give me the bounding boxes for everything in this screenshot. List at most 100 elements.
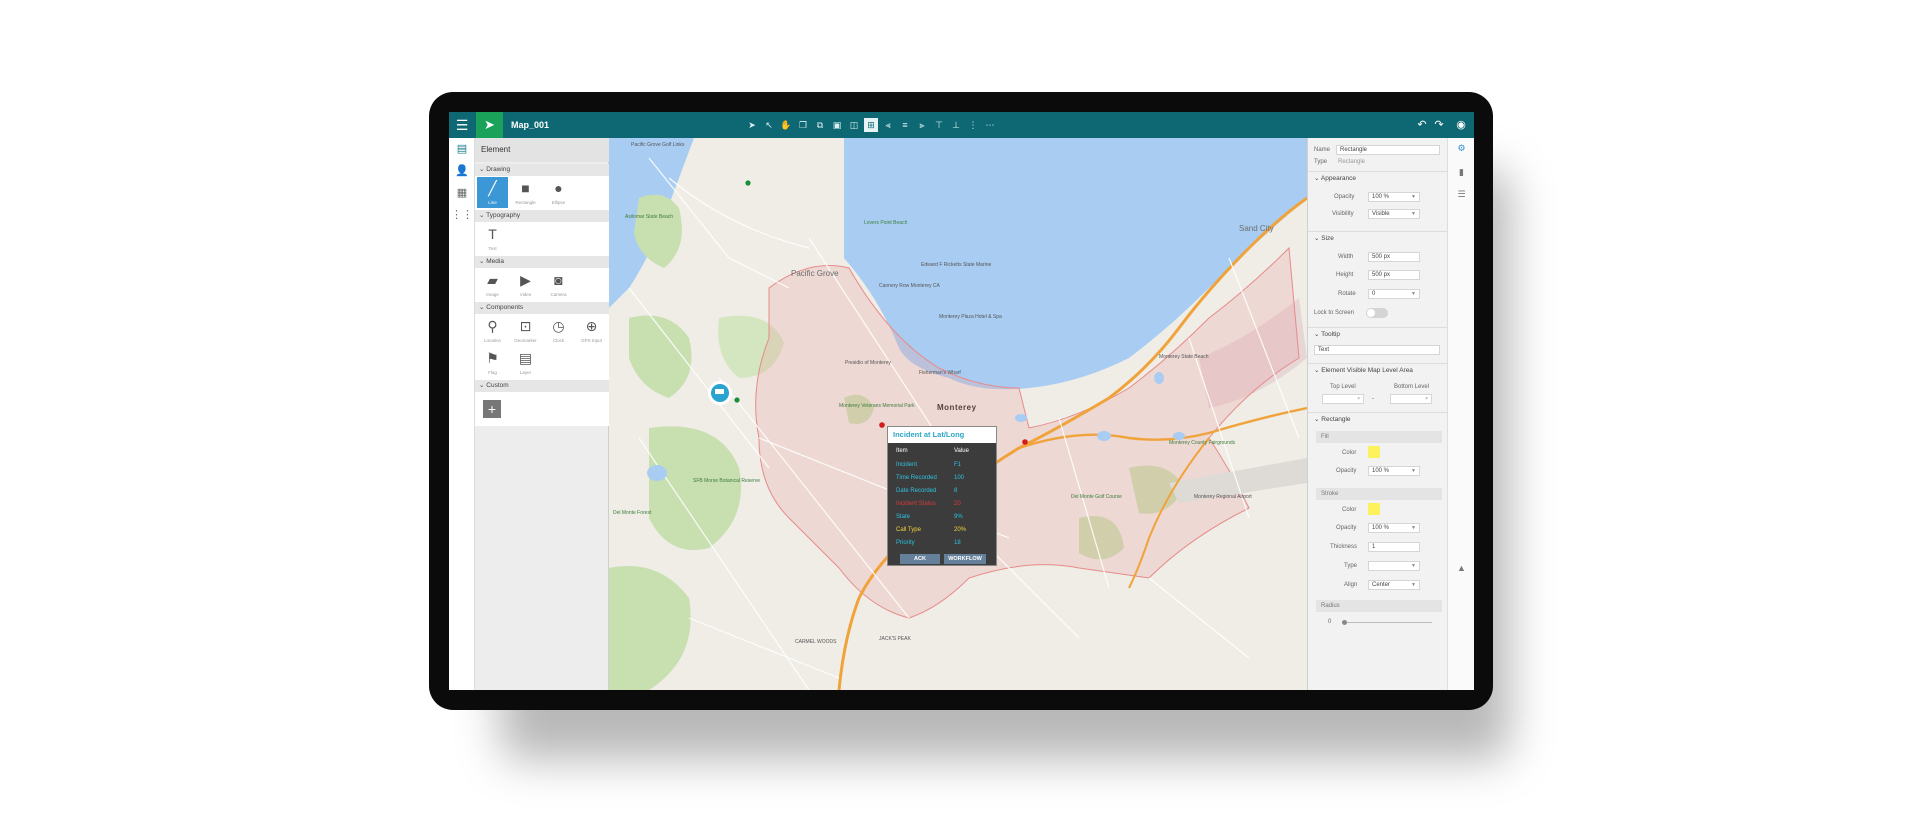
direct-select-icon[interactable]: ↖ — [762, 118, 776, 132]
rectangle-icon: ■ — [521, 180, 530, 196]
fill-opacity-select[interactable]: 100 % ▼ — [1368, 466, 1420, 476]
popup-row: Time Recorded 100 — [896, 475, 965, 481]
element-flag[interactable]: ⚑ Flag — [477, 347, 508, 378]
list-icon[interactable]: ☰ — [1448, 184, 1474, 204]
x-clear-icon: × — [1357, 396, 1360, 402]
radius-slider-track[interactable] — [1342, 622, 1432, 623]
ack-button[interactable]: ACK — [900, 554, 940, 564]
map-canvas[interactable]: Pacific Grove Golf Links Asilomar State … — [609, 138, 1307, 690]
popup-row: State 9% — [896, 514, 963, 520]
align-top-icon[interactable]: ⊤ — [932, 118, 946, 132]
element-tab-icon[interactable]: ▤ — [449, 138, 475, 160]
grid-tab-icon[interactable]: ⋮⋮ — [449, 204, 475, 226]
element-gps-input[interactable]: ⊕ GPS Input — [576, 315, 607, 346]
width-field[interactable]: 500 px — [1368, 252, 1420, 262]
undo-icon[interactable]: ↶ — [1415, 118, 1429, 132]
stroke-color-swatch[interactable] — [1368, 503, 1380, 515]
hand-pan-icon[interactable]: ✋ — [779, 118, 793, 132]
map-label-airport: Monterey Regional Airport — [1194, 494, 1252, 500]
rotate-select[interactable]: 0 ▼ — [1368, 289, 1420, 299]
hamburger-menu-icon[interactable]: ☰ — [449, 112, 475, 138]
section-custom-header[interactable]: ⌄ Custom — [475, 380, 609, 392]
appearance-section-header[interactable]: ⌄ Appearance — [1308, 171, 1448, 185]
caret-down-icon: ▼ — [1411, 582, 1416, 588]
settings-gear-icon[interactable]: ⚙ — [1448, 138, 1474, 158]
popup-title: Incident at Lat/Long — [888, 427, 996, 443]
name-field[interactable]: Rectangle — [1336, 145, 1440, 155]
align-label: Align — [1344, 582, 1358, 588]
visibility-select[interactable]: Visible ▼ — [1368, 209, 1420, 219]
layout-tab-icon[interactable]: ▦ — [449, 182, 475, 204]
redo-icon[interactable]: ↷ — [1432, 118, 1446, 132]
group-icon[interactable]: ▣ — [830, 118, 844, 132]
opacity-select[interactable]: 100 % ▼ — [1368, 192, 1420, 202]
upload-icon[interactable]: ▲ — [1448, 558, 1474, 578]
section-drawing-header[interactable]: ⌄ Drawing — [475, 164, 609, 176]
tooltip-section-header[interactable]: ⌄ Tooltip — [1308, 327, 1448, 341]
radius-value: 0 — [1328, 619, 1332, 625]
map-title: Map_001 — [511, 120, 550, 130]
tooltip-field[interactable]: Text — [1314, 345, 1440, 355]
camera-icon: ◙ — [554, 272, 563, 288]
map-label-fishermans-wharf: Fisherman's Wharf — [919, 370, 961, 376]
copy-icon[interactable]: ❐ — [796, 118, 810, 132]
height-field[interactable]: 500 px — [1368, 270, 1420, 280]
element-rectangle[interactable]: ■ Rectangle — [510, 177, 541, 208]
top-toolbar: ☰ ➤ Map_001 ➤ ↖ ✋ ❐ ⧉ ▣ ◫ ⊞ ⫷ ≡ ⫸ ⊤ ⊥ ⋮ … — [449, 112, 1474, 138]
select-arrow-icon[interactable]: ➤ — [745, 118, 759, 132]
section-media-body: ▰ Image ▶ Video ◙ Camera — [475, 268, 609, 302]
element-layer[interactable]: ▤ Layer — [510, 347, 541, 378]
align-bottom-icon[interactable]: ⊥ — [949, 118, 963, 132]
element-image[interactable]: ▰ Image — [477, 269, 508, 300]
element-line[interactable]: ╱ Line — [477, 177, 508, 208]
distribute-horizontal-icon[interactable]: ⋮ — [966, 118, 980, 132]
align-right-icon[interactable]: ⫸ — [915, 118, 929, 132]
bookmark-icon[interactable]: ▮ — [1448, 162, 1474, 182]
chevron-down-icon: ⌄ — [1314, 175, 1321, 182]
duplicate-icon[interactable]: ⧉ — [813, 118, 827, 132]
align-center-icon[interactable]: ≡ — [898, 118, 912, 132]
align-select[interactable]: Center ▼ — [1368, 580, 1420, 590]
rectangle-section-header[interactable]: ⌄ Rectangle — [1308, 412, 1448, 426]
section-components-body: ⚲ Location ⊡ Geomarker ◷ Clock ⊕ GPS Inp… — [475, 314, 609, 380]
map-label-del-monte-forest: Del Monte Forest — [613, 510, 652, 516]
radius-slider-handle[interactable] — [1342, 620, 1347, 625]
thickness-field[interactable]: 1 — [1368, 542, 1420, 552]
element-location[interactable]: ⚲ Location — [477, 315, 508, 346]
height-label: Height — [1336, 272, 1354, 278]
preview-eye-icon[interactable]: ◉ — [1454, 118, 1468, 132]
map-label-jacks-peak: JACK'S PEAK — [879, 636, 911, 642]
map-level-section-header[interactable]: ⌄ Element Visible Map Level Area — [1308, 363, 1448, 377]
top-level-field[interactable]: × — [1322, 394, 1364, 404]
snap-icon[interactable]: ⊞ — [864, 118, 878, 132]
stroke-opacity-select[interactable]: 100 % ▼ — [1368, 523, 1420, 533]
element-ellipse[interactable]: ● Ellipse — [543, 177, 574, 208]
section-media-header[interactable]: ⌄ Media — [475, 256, 609, 268]
element-text[interactable]: T Text — [477, 223, 508, 254]
align-left-icon[interactable]: ⫷ — [881, 118, 895, 132]
element-video[interactable]: ▶ Video — [510, 269, 541, 300]
add-custom-element-button[interactable]: + — [483, 400, 501, 418]
navigation-logo-icon[interactable]: ➤ — [476, 112, 503, 138]
users-tab-icon[interactable]: 👤 — [449, 160, 475, 182]
map-label-plaza-hotel: Monterey Plaza Hotel & Spa — [939, 314, 1002, 320]
stroke-opacity-label: Opacity — [1336, 525, 1357, 531]
element-camera[interactable]: ◙ Camera — [543, 269, 574, 300]
size-section-header[interactable]: ⌄ Size — [1308, 231, 1448, 245]
distribute-vertical-icon[interactable]: ⋯ — [983, 118, 997, 132]
top-level-label: Top Level — [1330, 384, 1356, 390]
element-geomarker[interactable]: ⊡ Geomarker — [510, 315, 541, 346]
bottom-level-label: Bottom Level — [1394, 384, 1430, 390]
ungroup-icon[interactable]: ◫ — [847, 118, 861, 132]
lock-to-screen-toggle[interactable] — [1366, 308, 1388, 318]
fill-color-swatch[interactable] — [1368, 446, 1380, 458]
element-clock[interactable]: ◷ Clock — [543, 315, 574, 346]
workflow-button[interactable]: WORKFLOW — [944, 554, 986, 564]
section-components-header[interactable]: ⌄ Components — [475, 302, 609, 314]
location-pin-icon: ⚲ — [487, 318, 498, 334]
stroke-type-select[interactable]: ▼ — [1368, 561, 1420, 571]
geomarker-icon: ⊡ — [519, 318, 532, 334]
incident-popup: Incident at Lat/Long Item Value Incident… — [887, 426, 997, 566]
section-typography-header[interactable]: ⌄ Typography — [475, 210, 609, 222]
bottom-level-field[interactable]: × — [1390, 394, 1432, 404]
